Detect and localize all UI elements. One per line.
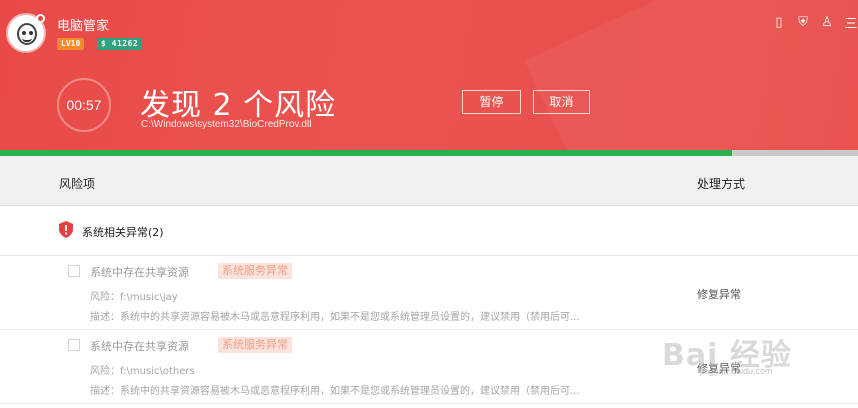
risk-item-description: 描述：系统中的共享资源容易被木马或恶意程序利用，如果不是您或系统管理员设置的，建…: [90, 312, 580, 323]
avatar-eye: [22, 31, 26, 35]
risk-group-row[interactable]: 系统相关异常(2): [0, 206, 858, 256]
risk-item-name: 系统中存在共享资源: [90, 266, 189, 279]
window-controls: ▯ ⛨ ♙ 三: [772, 13, 858, 32]
risk-item-tag: 系统服务异常: [218, 337, 292, 353]
watermark-url: jingyan.baidu.com: [700, 366, 773, 376]
phone-icon[interactable]: ▯: [772, 15, 786, 30]
risk-item-checkbox[interactable]: [68, 339, 80, 351]
risk-item-row[interactable]: 系统中存在共享资源 系统服务异常 风险：f:\music\jay 描述：系统中的…: [0, 256, 858, 330]
scan-headline: 发现 2 个风险: [140, 88, 337, 123]
shield-icon[interactable]: ⛨: [796, 15, 810, 30]
column-risk-header: 风险项: [59, 177, 96, 191]
scan-header: 电脑管家 LV10 $ 41262 ▯ ⛨ ♙ 三 00:57 发现 2 个风险…: [0, 0, 858, 150]
level-badge: LV10: [57, 38, 85, 50]
pause-button[interactable]: 暂停: [462, 90, 521, 114]
scan-current-file: C:\Windows\system32\BioCredProv.dll: [141, 119, 312, 130]
risk-item-tag: 系统服务异常: [218, 263, 292, 279]
cancel-button[interactable]: 取消: [533, 90, 590, 114]
risk-group-title: 系统相关异常(2): [82, 226, 164, 239]
notification-dot: [36, 14, 45, 23]
repair-link[interactable]: 修复异常: [697, 286, 741, 302]
warning-shield-icon: [59, 221, 73, 238]
avatar-eye: [29, 31, 33, 35]
risk-item-checkbox[interactable]: [68, 265, 80, 277]
risk-item-path: 风险：f:\music\others: [90, 366, 195, 377]
table-header: 风险项 处理方式: [0, 156, 858, 206]
menu-icon[interactable]: 三: [844, 13, 858, 32]
app-title: 电脑管家: [57, 19, 110, 34]
risk-item-description: 描述：系统中的共享资源容易被木马或恶意程序利用，如果不是您或系统管理员设置的，建…: [90, 386, 580, 397]
column-action-header: 处理方式: [697, 177, 746, 191]
scan-timer: 00:57: [57, 78, 111, 132]
coins-badge: $ 41262: [97, 38, 143, 50]
risk-item-name: 系统中存在共享资源: [90, 340, 189, 353]
skin-icon[interactable]: ♙: [820, 15, 834, 30]
risk-item-path: 风险：f:\music\jay: [90, 292, 178, 303]
